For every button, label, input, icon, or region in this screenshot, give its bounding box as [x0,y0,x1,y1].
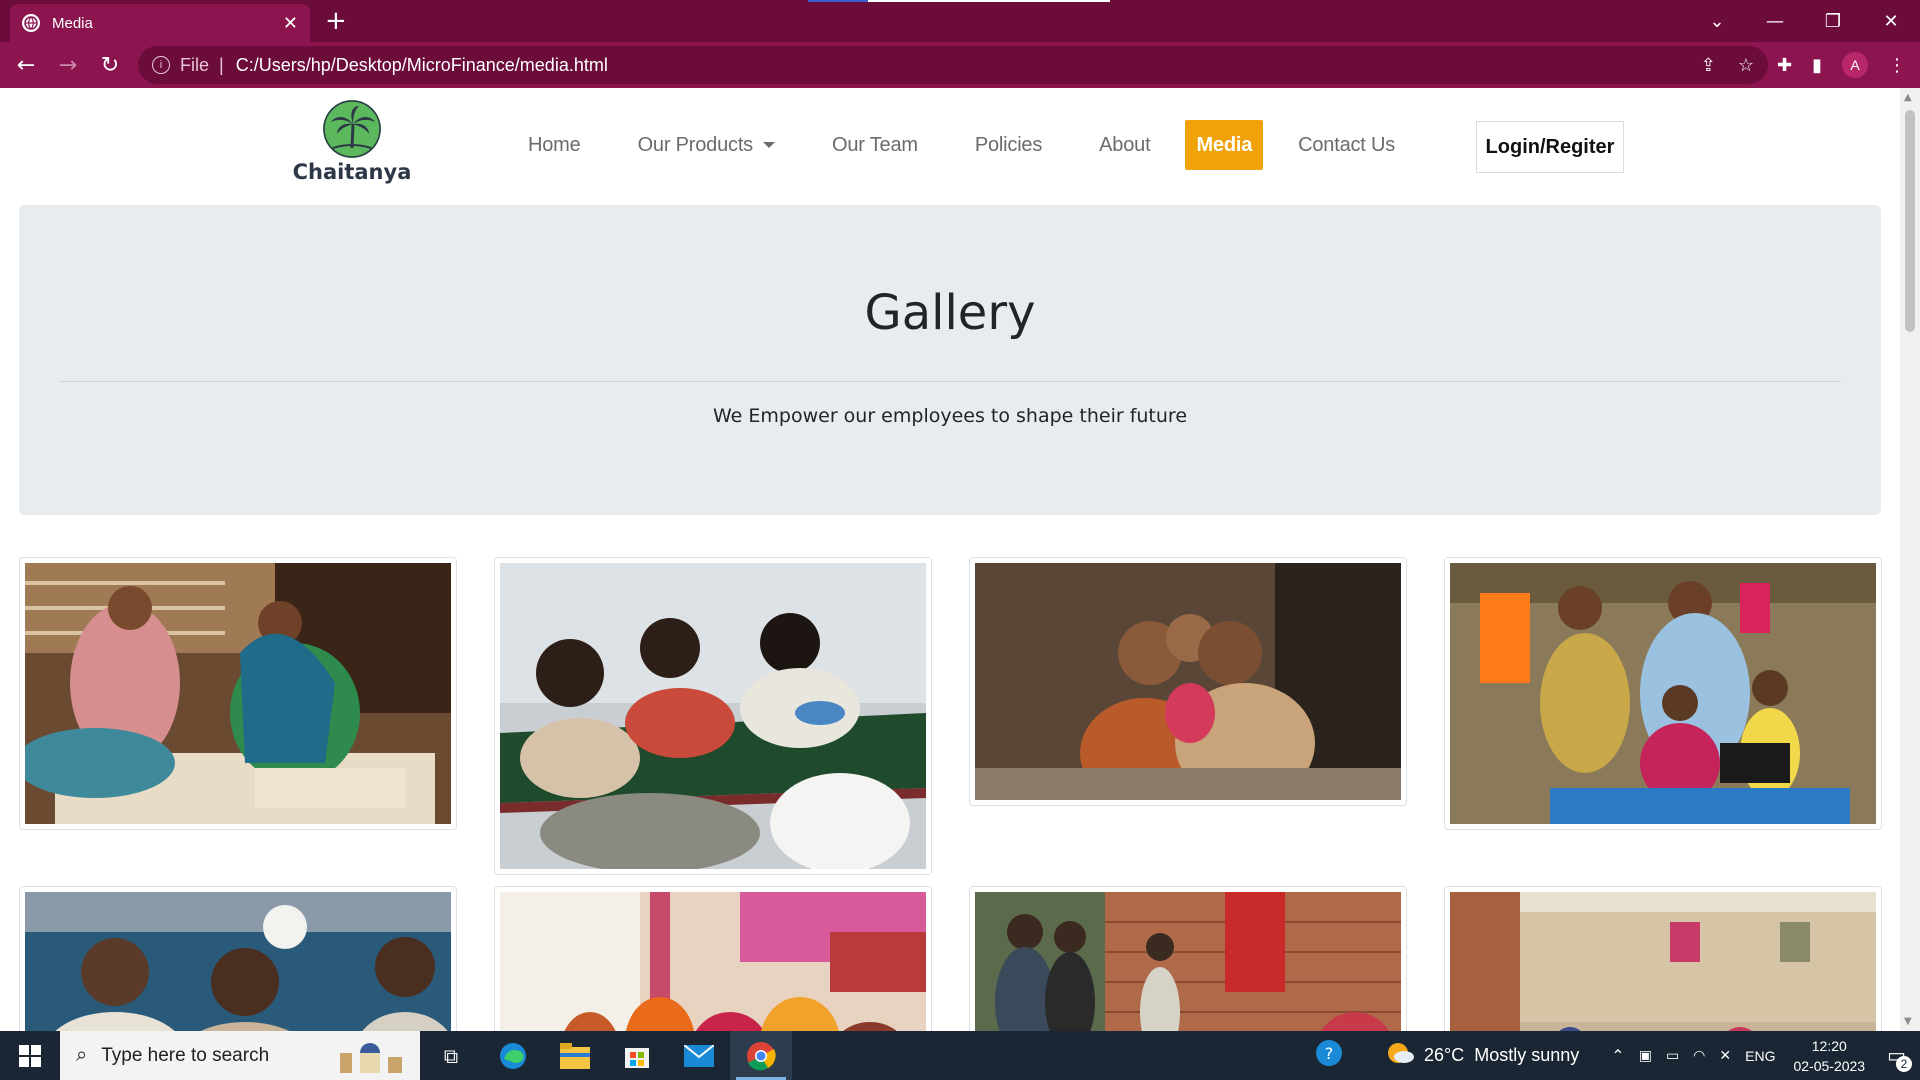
address-bar[interactable]: i File | C:/Users/hp/Desktop/MicroFinanc… [138,46,1768,84]
wifi-icon[interactable]: ◠ [1693,1047,1705,1064]
chrome-icon[interactable] [730,1031,792,1080]
back-icon[interactable]: ← [6,45,46,85]
scroll-down-icon[interactable]: ▼ [1904,1016,1912,1027]
search-icon: ⌕ [76,1044,88,1066]
gallery-image-5[interactable] [19,886,457,1031]
scroll-up-icon[interactable]: ▲ [1904,92,1912,103]
scrollbar-thumb[interactable] [1905,110,1915,332]
gallery-image-4[interactable] [1444,557,1882,830]
photo-gallery [0,88,1900,1031]
gallery-image-2[interactable] [494,557,932,875]
browser-tab-media[interactable]: Media ✕ [10,4,310,42]
window-controls: ⌄ — ❐ ✕ [1688,0,1920,42]
photo-women-seated-village [500,892,926,1031]
taskbar-search[interactable]: ⌕ Type here to search [60,1031,420,1080]
volume-muted-icon[interactable]: ✕ [1719,1047,1731,1064]
microsoft-store-icon[interactable] [606,1031,668,1080]
share-icon[interactable]: ⇪ [1701,55,1716,76]
notification-icon[interactable]: ▭ 2 [1887,1043,1912,1072]
omnibox-actions: ⇪ ☆ [1701,46,1754,84]
url-scheme: File [180,54,210,75]
edge-browser-icon[interactable] [482,1031,544,1080]
task-view-icon[interactable]: ⧉ [420,1031,482,1080]
sun-cloud-icon [1386,1041,1415,1070]
page-scrollbar[interactable]: ▲ ▼ [1900,88,1920,1031]
file-explorer-icon[interactable] [544,1031,606,1080]
side-panel-icon[interactable]: ▮ [1812,55,1822,76]
photo-family-portrait [975,563,1401,800]
clock-date: 02-05-2023 [1793,1057,1866,1074]
clock-time: 12:20 [1811,1037,1847,1054]
gallery-image-3[interactable] [969,557,1407,806]
gallery-image-7[interactable] [969,886,1407,1031]
help-icon[interactable]: ? [1314,1038,1344,1073]
toolbar-actions: ✚ ▮ A ⋮ [1777,42,1906,88]
gallery-image-6[interactable] [494,886,932,1031]
browser-tab-bar: Media ✕ + ⌄ — ❐ ✕ [0,0,1920,42]
windows-taskbar: ⌕ Type here to search ⧉ ? 26°C Mostly su… [0,1031,1920,1080]
extensions-icon[interactable]: ✚ [1777,55,1792,76]
tab-title: Media [52,14,93,32]
photo-artisans-weaving [25,563,451,824]
url-text[interactable]: C:/Users/hp/Desktop/MicroFinance/media.h… [236,55,608,76]
notification-count: 2 [1896,1056,1912,1072]
globe-icon [22,14,40,32]
system-tray: ? 26°C Mostly sunny ⌃ ▣ ▭ ◠ ✕ ENG 12:20 … [1314,1031,1920,1080]
weather-widget[interactable]: 26°C Mostly sunny [1386,1041,1579,1070]
battery-icon[interactable]: ▭ [1666,1047,1679,1064]
site-info-icon[interactable]: i [152,56,170,74]
tab-search-icon[interactable]: ⌄ [1688,0,1746,42]
minimize-icon[interactable]: — [1746,0,1804,42]
loading-bar [868,0,1110,2]
loading-indicator [808,0,868,2]
temperature: 26°C [1424,1045,1465,1065]
photo-villagers-brick-wall [975,892,1401,1031]
search-highlight-icon [336,1039,406,1079]
reload-icon[interactable]: ↻ [90,45,130,85]
close-tab-icon[interactable]: ✕ [283,13,298,34]
close-window-icon[interactable]: ✕ [1862,0,1920,42]
restore-icon[interactable]: ❐ [1804,0,1862,42]
photo-family-sewing-machine [1450,563,1876,824]
input-language[interactable]: ENG [1745,1048,1775,1064]
new-tab-button[interactable]: + [325,6,347,36]
forward-icon[interactable]: → [48,45,88,85]
gallery-image-1[interactable] [19,557,457,830]
photo-village-gathering [1450,892,1876,1031]
meet-now-icon[interactable]: ▣ [1639,1047,1652,1064]
photo-men-by-lake [25,892,451,1031]
url-separator: | [219,54,224,75]
chevron-up-icon[interactable]: ⌃ [1611,1046,1624,1066]
taskbar-search-placeholder: Type here to search [101,1044,270,1066]
profile-avatar[interactable]: A [1842,52,1868,78]
browser-toolbar: ← → ↻ i File | C:/Users/hp/Desktop/Micro… [0,42,1920,88]
bookmark-star-icon[interactable]: ☆ [1738,55,1754,76]
mail-icon[interactable] [668,1031,730,1080]
weather-condition: Mostly sunny [1474,1045,1580,1065]
page-viewport: Chaitanya Home Our Products Our Team Pol… [0,88,1900,1031]
photo-boys-studying [500,563,926,869]
menu-kebab-icon[interactable]: ⋮ [1888,55,1906,76]
svg-text:?: ? [1325,1044,1334,1063]
gallery-image-8[interactable] [1444,886,1882,1031]
windows-start-icon[interactable] [0,1031,60,1080]
taskbar-clock[interactable]: 12:20 02-05-2023 [1793,1036,1865,1076]
